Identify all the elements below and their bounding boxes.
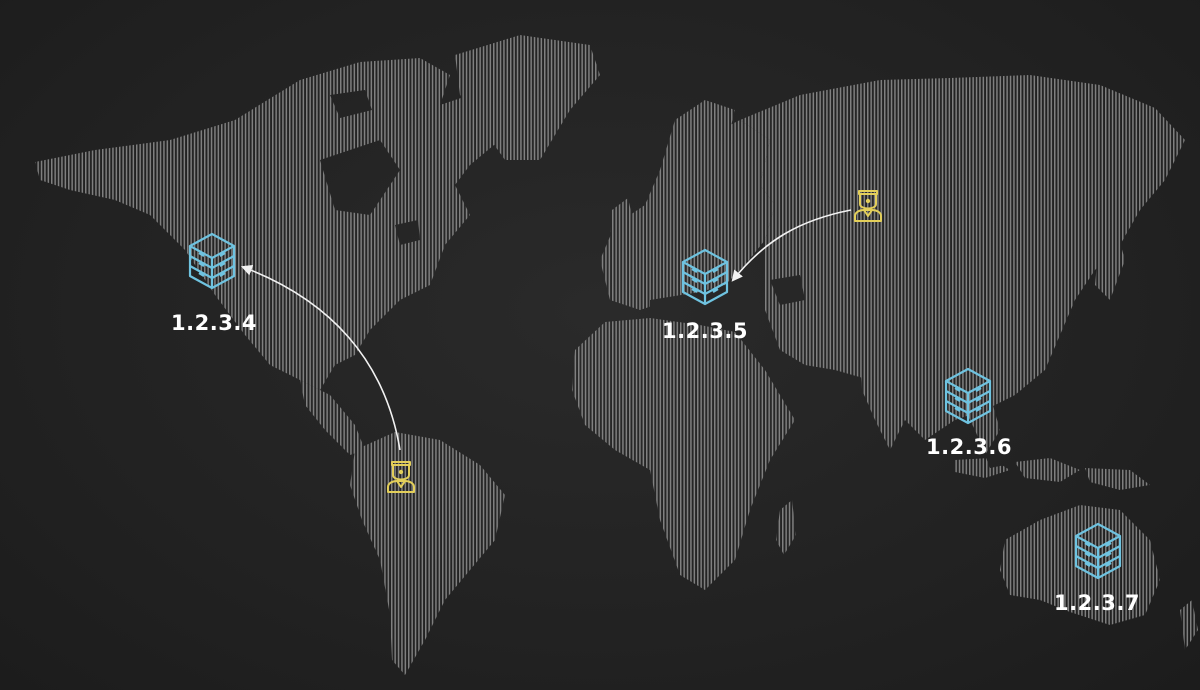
server-label-au: 1.2.3.7 xyxy=(1054,591,1140,615)
server-label-eu: 1.2.3.5 xyxy=(662,319,748,343)
continents xyxy=(0,0,1200,690)
server-label-asia: 1.2.3.6 xyxy=(926,435,1012,459)
world-map xyxy=(0,0,1200,690)
server-label-na: 1.2.3.4 xyxy=(171,311,257,335)
world-map-canvas: 1.2.3.4 1.2.3.5 1.2.3.6 1.2.3.7 xyxy=(0,0,1200,690)
